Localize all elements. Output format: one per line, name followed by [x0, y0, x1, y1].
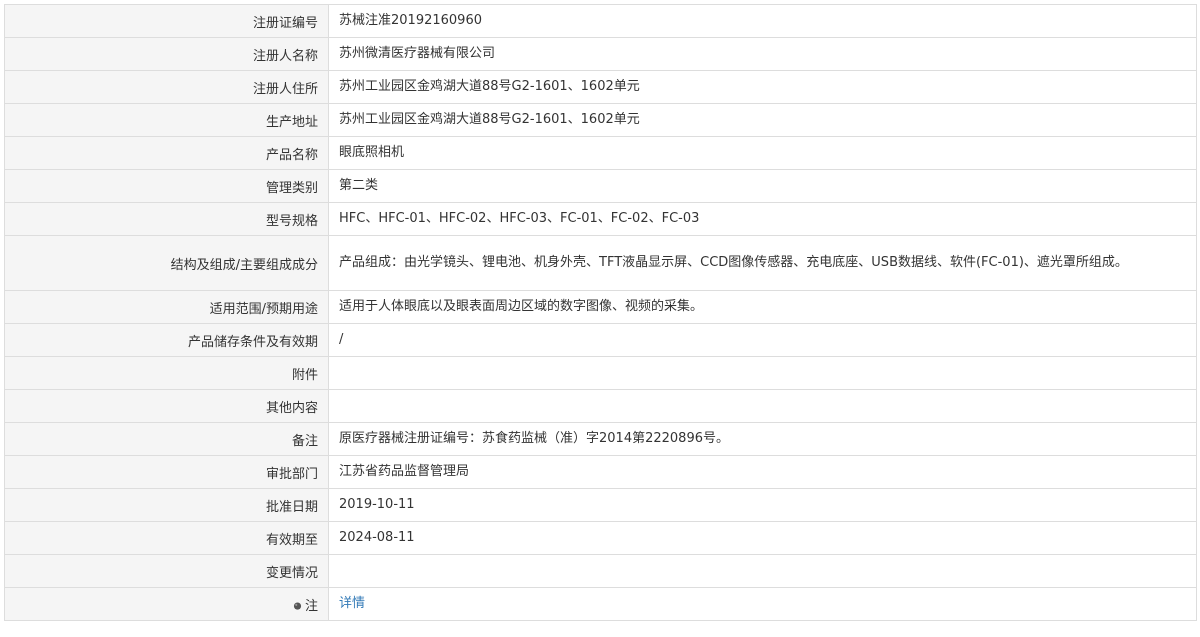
- field-label: 其他内容: [4, 389, 329, 423]
- field-label: 批准日期: [4, 488, 329, 522]
- field-value: [328, 389, 1197, 423]
- field-label: 备注: [4, 422, 329, 456]
- field-label: 有效期至: [4, 521, 329, 555]
- field-label: 生产地址: [4, 103, 329, 137]
- field-value: 2019-10-11: [328, 488, 1197, 522]
- field-label: 变更情况: [4, 554, 329, 588]
- field-label: 注册人名称: [4, 37, 329, 71]
- field-value: /: [328, 323, 1197, 357]
- row-model-spec: 型号规格 HFC、HFC-01、HFC-02、HFC-03、FC-01、FC-0…: [4, 202, 1197, 236]
- row-production-address: 生产地址 苏州工业园区金鸡湖大道88号G2-1601、1602单元: [4, 103, 1197, 137]
- field-value: [328, 554, 1197, 588]
- field-value: HFC、HFC-01、HFC-02、HFC-03、FC-01、FC-02、FC-…: [328, 202, 1197, 236]
- field-value: 原医疗器械注册证编号：苏食药监械（准）字2014第2220896号。: [328, 422, 1197, 456]
- field-label: 附件: [4, 356, 329, 390]
- field-value: 苏械注准20192160960: [328, 4, 1197, 38]
- field-value: 江苏省药品监督管理局: [328, 455, 1197, 489]
- registration-detail-table: 注册证编号 苏械注准20192160960 注册人名称 苏州微清医疗器械有限公司…: [4, 4, 1197, 621]
- field-value: 第二类: [328, 169, 1197, 203]
- field-label: 型号规格: [4, 202, 329, 236]
- note-label: 注: [304, 598, 318, 614]
- row-registrant-address: 注册人住所 苏州工业园区金鸡湖大道88号G2-1601、1602单元: [4, 70, 1197, 104]
- field-value: [328, 356, 1197, 390]
- row-registration-number: 注册证编号 苏械注准20192160960: [4, 4, 1197, 38]
- field-value: 苏州工业园区金鸡湖大道88号G2-1601、1602单元: [328, 103, 1197, 137]
- row-management-class: 管理类别 第二类: [4, 169, 1197, 203]
- field-label: 注册证编号: [4, 4, 329, 38]
- row-storage-validity: 产品储存条件及有效期 /: [4, 323, 1197, 357]
- field-label: 注册人住所: [4, 70, 329, 104]
- row-approval-department: 审批部门 江苏省药品监督管理局: [4, 455, 1197, 489]
- row-structure-composition: 结构及组成/主要组成成分 产品组成：由光学镜头、锂电池、机身外壳、TFT液晶显示…: [4, 235, 1197, 291]
- field-label: 结构及组成/主要组成成分: [4, 235, 329, 291]
- field-value: 眼底照相机: [328, 136, 1197, 170]
- field-label: 产品储存条件及有效期: [4, 323, 329, 357]
- field-label: 管理类别: [4, 169, 329, 203]
- details-link[interactable]: 详情: [339, 596, 365, 611]
- row-valid-until: 有效期至 2024-08-11: [4, 521, 1197, 555]
- field-value: 2024-08-11: [328, 521, 1197, 555]
- row-product-name: 产品名称 眼底照相机: [4, 136, 1197, 170]
- field-value: 产品组成：由光学镜头、锂电池、机身外壳、TFT液晶显示屏、CCD图像传感器、充电…: [328, 235, 1197, 291]
- field-value: 适用于人体眼底以及眼表面周边区域的数字图像、视频的采集。: [328, 290, 1197, 324]
- field-value: 苏州工业园区金鸡湖大道88号G2-1601、1602单元: [328, 70, 1197, 104]
- row-intended-use: 适用范围/预期用途 适用于人体眼底以及眼表面周边区域的数字图像、视频的采集。: [4, 290, 1197, 324]
- field-label: 审批部门: [4, 455, 329, 489]
- note-label-cell: 注: [4, 587, 329, 621]
- row-attachments: 附件: [4, 356, 1197, 390]
- field-value: 苏州微清医疗器械有限公司: [328, 37, 1197, 71]
- row-other-content: 其他内容: [4, 389, 1197, 423]
- row-registrant-name: 注册人名称 苏州微清医疗器械有限公司: [4, 37, 1197, 71]
- note-value-cell: 详情: [328, 587, 1197, 621]
- pin-icon: [293, 601, 302, 610]
- row-remarks: 备注 原医疗器械注册证编号：苏食药监械（准）字2014第2220896号。: [4, 422, 1197, 456]
- field-label: 适用范围/预期用途: [4, 290, 329, 324]
- row-approval-date: 批准日期 2019-10-11: [4, 488, 1197, 522]
- row-note: 注 详情: [4, 587, 1197, 621]
- field-label: 产品名称: [4, 136, 329, 170]
- row-change-history: 变更情况: [4, 554, 1197, 588]
